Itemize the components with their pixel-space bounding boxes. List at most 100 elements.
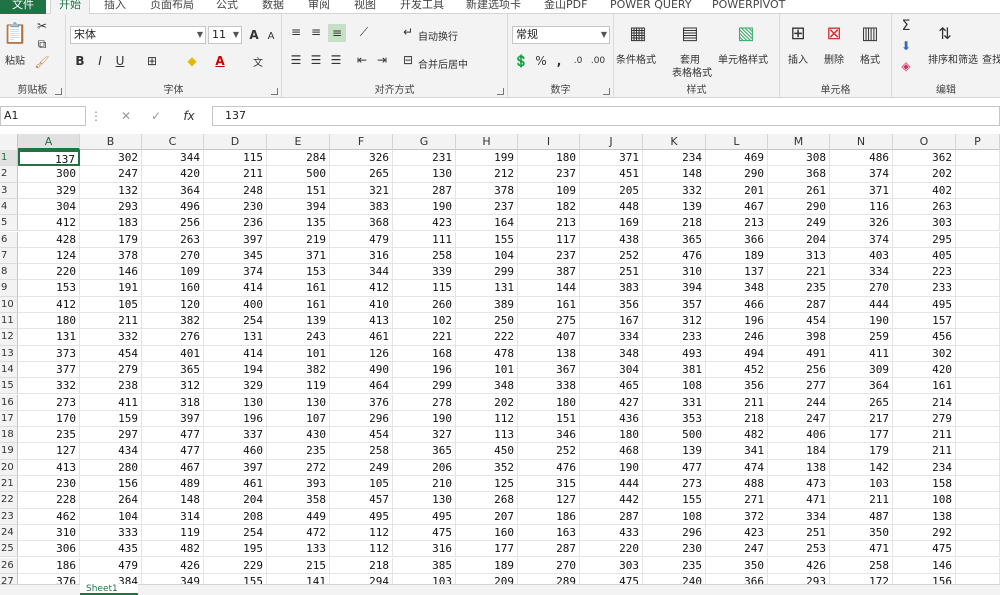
cell[interactable]: 327 [393,427,456,444]
cell[interactable]: 213 [706,215,768,232]
cell[interactable]: 296 [330,410,393,428]
cell[interactable]: 338 [518,378,580,395]
cell[interactable]: 287 [393,182,456,199]
cell[interactable]: 372 [706,508,768,525]
cell[interactable]: 462 [18,508,80,525]
cell[interactable]: 270 [518,557,580,574]
tab-powerpivot[interactable]: POWERPIVOT [712,0,785,14]
cell[interactable]: 167 [580,313,643,330]
sort-filter-icon[interactable]: ⇅ [932,20,958,46]
cell[interactable]: 304 [18,198,80,216]
cell[interactable]: 460 [204,443,267,460]
cell[interactable]: 235 [267,443,330,460]
cell[interactable]: 365 [142,361,204,379]
cell[interactable]: 160 [142,280,204,297]
cell[interactable]: 112 [456,410,518,428]
number-format-select[interactable]: 常规 ▼ [512,26,610,44]
cell[interactable]: 442 [580,492,643,509]
cell[interactable] [956,329,1000,346]
cell[interactable]: 382 [142,313,204,330]
cell[interactable]: 205 [580,182,643,199]
cell[interactable]: 260 [393,296,456,313]
cell[interactable] [956,508,1000,525]
cell[interactable]: 310 [643,264,706,281]
cell[interactable]: 490 [330,361,393,379]
cell[interactable]: 365 [643,231,706,248]
phonetic-icon[interactable]: 文 [250,52,266,70]
cell[interactable]: 124 [18,247,80,265]
cell[interactable] [956,541,1000,558]
clear-icon[interactable]: ◈ [898,58,914,74]
cell[interactable]: 341 [706,443,768,460]
cell[interactable]: 362 [893,150,956,167]
cell[interactable]: 279 [80,361,142,379]
cell[interactable]: 414 [204,280,267,297]
cell[interactable]: 142 [830,459,893,476]
align-right-icon[interactable]: ☰ [328,52,344,68]
column-header-l[interactable]: L [706,134,768,150]
cell[interactable]: 454 [768,313,830,330]
cell[interactable]: 151 [518,410,580,428]
cell[interactable]: 211 [80,313,142,330]
cell[interactable]: 426 [142,557,204,574]
cell[interactable]: 366 [706,231,768,248]
cell[interactable]: 218 [643,215,706,232]
underline-button[interactable]: U [112,52,128,70]
cell[interactable]: 473 [768,476,830,493]
cell[interactable]: 238 [80,378,142,395]
cell[interactable]: 383 [580,280,643,297]
row-header[interactable]: 4 [0,198,18,216]
row-header[interactable]: 22 [0,492,18,509]
cell[interactable]: 104 [80,508,142,525]
cell[interactable]: 210 [393,476,456,493]
clipboard-launcher-icon[interactable] [55,88,62,95]
row-header[interactable]: 20 [0,459,18,476]
cell[interactable]: 230 [18,476,80,493]
cell[interactable]: 376 [330,394,393,411]
cell[interactable]: 364 [830,378,893,395]
cell[interactable]: 292 [893,524,956,542]
cell[interactable]: 371 [830,182,893,199]
cell[interactable]: 179 [80,231,142,248]
cell[interactable]: 412 [18,296,80,313]
cell[interactable]: 491 [768,345,830,362]
cell[interactable]: 156 [80,476,142,493]
cell[interactable]: 253 [768,541,830,558]
cell[interactable] [956,459,1000,476]
cell[interactable]: 246 [706,329,768,346]
select-all-corner[interactable] [0,134,18,150]
cell[interactable]: 331 [643,394,706,411]
cell[interactable]: 248 [204,182,267,199]
cell[interactable]: 454 [80,345,142,362]
column-header-a[interactable]: A [18,134,80,150]
cell[interactable]: 109 [518,182,580,199]
cell[interactable]: 364 [142,182,204,199]
cell[interactable]: 316 [330,247,393,265]
cell[interactable]: 326 [330,150,393,167]
cell[interactable]: 394 [643,280,706,297]
cell[interactable]: 464 [330,378,393,395]
cell[interactable]: 393 [267,476,330,493]
cell[interactable]: 234 [643,150,706,167]
cell[interactable] [956,215,1000,232]
tab-new[interactable]: 新建选项卡 [466,0,521,14]
column-header-b[interactable]: B [80,134,142,150]
cell[interactable]: 229 [204,557,267,574]
cell[interactable]: 427 [580,394,643,411]
cell[interactable]: 426 [768,557,830,574]
cell[interactable]: 368 [330,215,393,232]
tab-data[interactable]: 数据 [262,0,284,14]
cell[interactable]: 160 [456,524,518,542]
cell[interactable]: 284 [267,150,330,167]
cell[interactable]: 352 [456,459,518,476]
fill-color-icon[interactable]: ◆ [184,52,200,70]
cell[interactable]: 477 [142,427,204,444]
conditional-format-button[interactable]: 条件格式 [616,51,656,66]
cell[interactable] [956,476,1000,493]
cell[interactable]: 472 [267,524,330,542]
cell[interactable]: 190 [830,313,893,330]
tab-insert[interactable]: 插入 [104,0,126,14]
row-header[interactable]: 12 [0,329,18,346]
cell[interactable]: 461 [204,476,267,493]
cell[interactable]: 104 [456,247,518,265]
